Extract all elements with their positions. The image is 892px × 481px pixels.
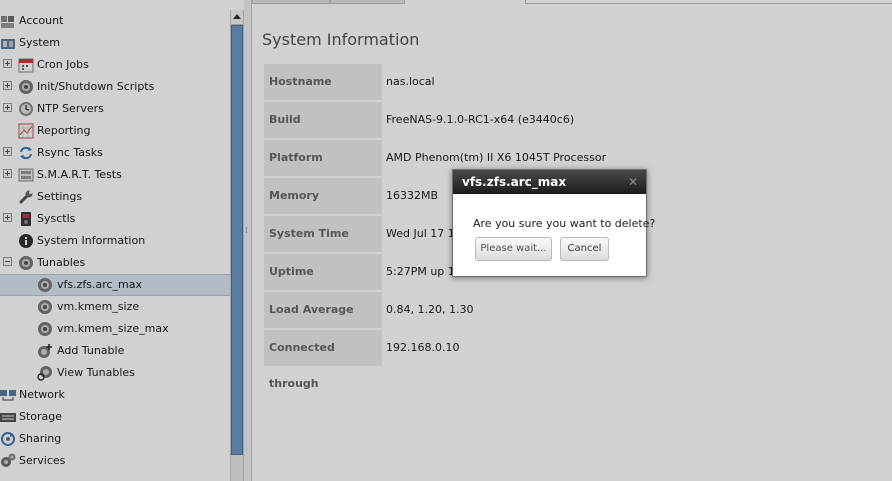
modal-overlay	[0, 0, 892, 481]
dialog-message: Are you sure you want to delete?	[473, 217, 656, 230]
confirm-delete-dialog: vfs.zfs.arc_max ✕ Are you sure you want …	[452, 169, 655, 277]
please-wait-button[interactable]: Please wait...	[475, 237, 552, 261]
close-icon[interactable]: ✕	[626, 175, 640, 189]
dialog-title: vfs.zfs.arc_max	[453, 170, 646, 194]
cancel-button[interactable]: Cancel	[560, 237, 609, 261]
